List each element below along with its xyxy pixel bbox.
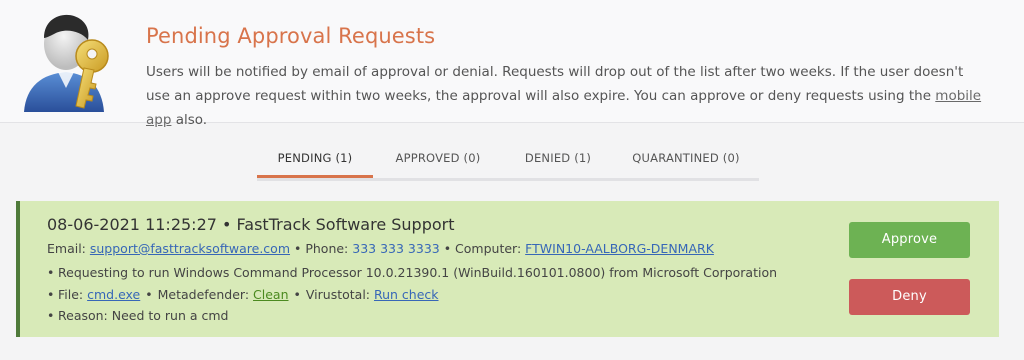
page-title: Pending Approval Requests — [146, 24, 436, 48]
request-detail-row: • Reason: Need to run a cmd — [47, 305, 777, 327]
phone-label: • Phone: — [290, 241, 353, 256]
file-label: File: — [58, 286, 88, 302]
request-detail-row: • File: cmd.exe • Metadefender: Clean • Virus… — [47, 284, 777, 306]
file-link[interactable]: cmd.exe — [87, 287, 140, 302]
virustotal-label: Virustotal: — [305, 286, 374, 302]
user-with-key-icon — [14, 8, 130, 116]
request-card: 08-06-2021 11:25:27 • FastTrack Software… — [16, 201, 999, 337]
description-text-end: also. — [171, 112, 208, 128]
bullet: • — [47, 286, 55, 302]
email-link[interactable]: support@fasttracksoftware.com — [90, 241, 290, 256]
tab-approved[interactable]: APPROVED (0) — [373, 144, 503, 175]
request-contact-line: Email: support@fasttracksoftware.com • P… — [47, 241, 714, 256]
active-tab-indicator — [257, 175, 373, 178]
metadefender-link[interactable]: Clean — [253, 287, 288, 302]
request-tabs: PENDING (1) APPROVED (0) DENIED (1) QUAR… — [257, 144, 759, 181]
request-details: • Requesting to run Windows Command Proce… — [47, 262, 777, 327]
tab-quarantined[interactable]: QUARANTINED (0) — [613, 144, 759, 175]
bullet: • — [47, 265, 55, 280]
request-title: 08-06-2021 11:25:27 • FastTrack Software… — [47, 215, 455, 234]
bullet: • — [47, 308, 55, 323]
tab-pending[interactable]: PENDING (1) — [257, 144, 373, 175]
phone-value: 333 333 3333 — [352, 241, 440, 256]
tab-denied[interactable]: DENIED (1) — [503, 144, 613, 175]
description-text: Users will be notified by email of appro… — [146, 64, 964, 104]
request-detail-row: • Requesting to run Windows Command Proce… — [47, 262, 777, 284]
approve-button[interactable]: Approve — [849, 222, 970, 258]
page-description: Users will be notified by email of appro… — [146, 60, 991, 132]
metadefender-label: Metadefender: — [157, 286, 254, 302]
separator-dot: • — [145, 286, 153, 302]
email-label: Email: — [47, 241, 90, 256]
reason-text: Reason: Need to run a cmd — [58, 308, 229, 323]
virustotal-link[interactable]: Run check — [374, 287, 439, 302]
computer-link[interactable]: FTWIN10-AALBORG-DENMARK — [525, 241, 714, 256]
computer-label: • Computer: — [439, 241, 526, 256]
separator-dot: • — [293, 286, 301, 302]
deny-button[interactable]: Deny — [849, 279, 970, 315]
page-header: Pending Approval Requests Users will be … — [0, 0, 1024, 128]
requesting-text: Requesting to run Windows Command Proces… — [58, 265, 778, 280]
